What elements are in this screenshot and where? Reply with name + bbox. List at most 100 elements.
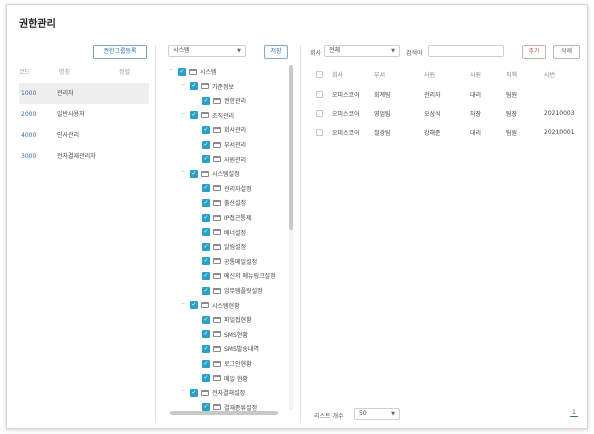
checkbox-checked-icon[interactable]: ✓ — [178, 67, 186, 76]
tree-node[interactable]: ✓ 업무템플릿설정 — [202, 285, 263, 296]
tree-node[interactable]: ✓ 시스템현황 — [190, 300, 240, 311]
tree-node[interactable]: ✓ IP접근통제 — [202, 212, 251, 223]
cell-employee: 강해준 — [424, 130, 441, 137]
tree-node-label: 시스템 — [200, 69, 217, 76]
save-permission-button[interactable]: 저장 — [264, 45, 288, 59]
tree-node[interactable]: ✓ 기준정보 — [190, 81, 234, 92]
table-row[interactable]: 오피스코어 회계팀 관리자 대리 팀원 — [312, 85, 584, 104]
collapse-toggle-icon[interactable]: − — [181, 388, 185, 394]
cell-position: 팀원 — [506, 92, 518, 99]
collapse-toggle-icon[interactable]: − — [170, 67, 173, 73]
tree-node[interactable]: ✓ 권한관리 — [202, 95, 246, 106]
tree-node-label: SMS현황 — [224, 331, 248, 339]
checkbox-checked-icon[interactable]: ✓ — [202, 344, 210, 353]
tree-node[interactable]: ✓ 메신저 메뉴링크설정 — [202, 270, 276, 281]
checkbox-checked-icon[interactable]: ✓ — [202, 359, 210, 368]
checkbox-checked-icon[interactable]: ✓ — [202, 96, 210, 105]
folder-icon — [213, 243, 221, 250]
tree-node-label: 출산설정 — [224, 200, 247, 208]
group-row[interactable]: 2000 일반사용자 — [19, 104, 149, 125]
tree-node[interactable]: ✓ 시스템설정 — [190, 168, 240, 179]
chevron-down-icon: ▼ — [391, 48, 395, 54]
group-name: 전자결재관리자 — [57, 153, 96, 160]
tree-node[interactable]: ✓ 시스템 — [178, 66, 217, 77]
checkbox-checked-icon[interactable]: ✓ — [202, 286, 210, 295]
tree-node-label: 부서관리 — [224, 142, 247, 149]
tree-node-label: 배너설정 — [224, 229, 247, 237]
tree-node[interactable]: ✓ 공통메일설정 — [202, 256, 257, 267]
checkbox-checked-icon[interactable]: ✓ — [202, 125, 210, 134]
checkbox-checked-icon[interactable]: ✓ — [190, 169, 198, 178]
menu-type-select[interactable]: 시스템 ▼ — [168, 45, 246, 57]
tree-node-label: 공통메일설정 — [224, 258, 258, 266]
checkbox-checked-icon[interactable]: ✓ — [190, 111, 198, 120]
folder-icon — [213, 287, 221, 294]
folder-icon — [213, 272, 221, 279]
delete-user-button[interactable]: 삭제 — [553, 45, 580, 59]
tree-node[interactable]: ✓ 알림설정 — [202, 241, 246, 252]
checkbox-checked-icon[interactable]: ✓ — [202, 374, 210, 383]
tree-node[interactable]: ✓ 관리자설정 — [202, 183, 252, 194]
checkbox-checked-icon[interactable]: ✓ — [202, 228, 210, 237]
group-header-code: 코드 — [19, 69, 31, 76]
tree-node-label: 시스템현황 — [212, 302, 240, 310]
add-group-button[interactable]: 권한그룹등록 — [93, 45, 147, 59]
collapse-toggle-icon[interactable]: − — [181, 111, 185, 117]
checkbox-checked-icon[interactable]: ✓ — [202, 330, 210, 339]
folder-icon — [213, 345, 221, 352]
tree-node[interactable]: ✓ SMS현황 — [202, 329, 248, 340]
folder-icon — [213, 331, 221, 338]
tree-horizontal-scrollbar[interactable] — [170, 411, 278, 415]
checkbox-checked-icon[interactable]: ✓ — [202, 315, 210, 324]
search-label: 검색어 — [406, 50, 423, 57]
company-select[interactable]: 전체 ▼ — [324, 45, 400, 57]
group-header-status: 정렬 — [119, 69, 131, 76]
page-size-select[interactable]: 50 ▼ — [354, 408, 400, 420]
select-all-checkbox[interactable] — [316, 70, 323, 78]
tree-node[interactable]: ✓ 회사관리 — [202, 124, 246, 135]
table-row[interactable]: 오피스코어 영업팀 오상식 차장 팀장 20210003 — [312, 104, 584, 123]
tree-node[interactable]: ✓ 출산설정 — [202, 197, 246, 208]
group-row[interactable]: 1000 관리자 — [19, 83, 149, 104]
tree-node-label: 파일접현황 — [224, 317, 252, 325]
checkbox-checked-icon[interactable]: ✓ — [190, 388, 198, 397]
checkbox-checked-icon[interactable]: ✓ — [202, 184, 210, 193]
tree-node[interactable]: ✓ 파일접현황 — [202, 314, 252, 325]
checkbox-checked-icon[interactable]: ✓ — [202, 155, 210, 164]
checkbox-checked-icon[interactable]: ✓ — [202, 213, 210, 222]
folder-icon — [201, 112, 209, 119]
tree-node[interactable]: ✓ 전자결재설정 — [190, 387, 245, 398]
add-user-button[interactable]: 추가 — [522, 45, 546, 59]
checkbox-checked-icon[interactable]: ✓ — [202, 198, 210, 207]
checkbox-checked-icon[interactable]: ✓ — [202, 271, 210, 280]
table-row[interactable]: 오피스코어 철강팀 강해준 대리 팀원 20210001 — [312, 123, 584, 142]
row-checkbox[interactable] — [316, 129, 323, 136]
tree-node[interactable]: ✓ 부서관리 — [202, 139, 246, 150]
collapse-toggle-icon[interactable]: − — [181, 301, 185, 307]
tree-node[interactable]: ✓ 메일 현황 — [202, 373, 248, 384]
pagination-page-1[interactable]: 1 — [570, 409, 578, 417]
cell-employee: 관리자 — [424, 92, 441, 99]
checkbox-checked-icon[interactable]: ✓ — [202, 242, 210, 251]
permission-management-window: 권한관리 권한그룹등록 코드 명칭 정렬 1000 관리자 2000 일반사용자… — [6, 4, 588, 429]
group-row[interactable]: 3000 전자결재관리자 — [19, 146, 149, 167]
collapse-toggle-icon[interactable]: − — [181, 169, 185, 175]
tree-node-label: 알림설정 — [224, 244, 247, 252]
tree-node[interactable]: ✓ SMS발송내역 — [202, 343, 259, 354]
tree-scrollbar-thumb[interactable] — [289, 65, 293, 230]
collapse-toggle-icon[interactable]: − — [181, 82, 185, 88]
group-row[interactable]: 4000 인사관리 — [19, 125, 149, 146]
checkbox-checked-icon[interactable]: ✓ — [202, 257, 210, 266]
tree-node[interactable]: ✓ 조직관리 — [190, 110, 234, 121]
chevron-down-icon: ▼ — [391, 411, 395, 417]
checkbox-checked-icon[interactable]: ✓ — [190, 301, 198, 310]
checkbox-checked-icon[interactable]: ✓ — [190, 82, 198, 91]
row-checkbox[interactable] — [316, 91, 323, 98]
tree-node[interactable]: ✓ 로그인현황 — [202, 358, 252, 369]
cell-company: 오피스코어 — [332, 92, 360, 99]
checkbox-checked-icon[interactable]: ✓ — [202, 140, 210, 149]
row-checkbox[interactable] — [316, 110, 323, 117]
tree-node[interactable]: ✓ 사원관리 — [202, 154, 246, 165]
tree-node[interactable]: ✓ 배너설정 — [202, 227, 246, 238]
search-input[interactable] — [428, 45, 504, 57]
